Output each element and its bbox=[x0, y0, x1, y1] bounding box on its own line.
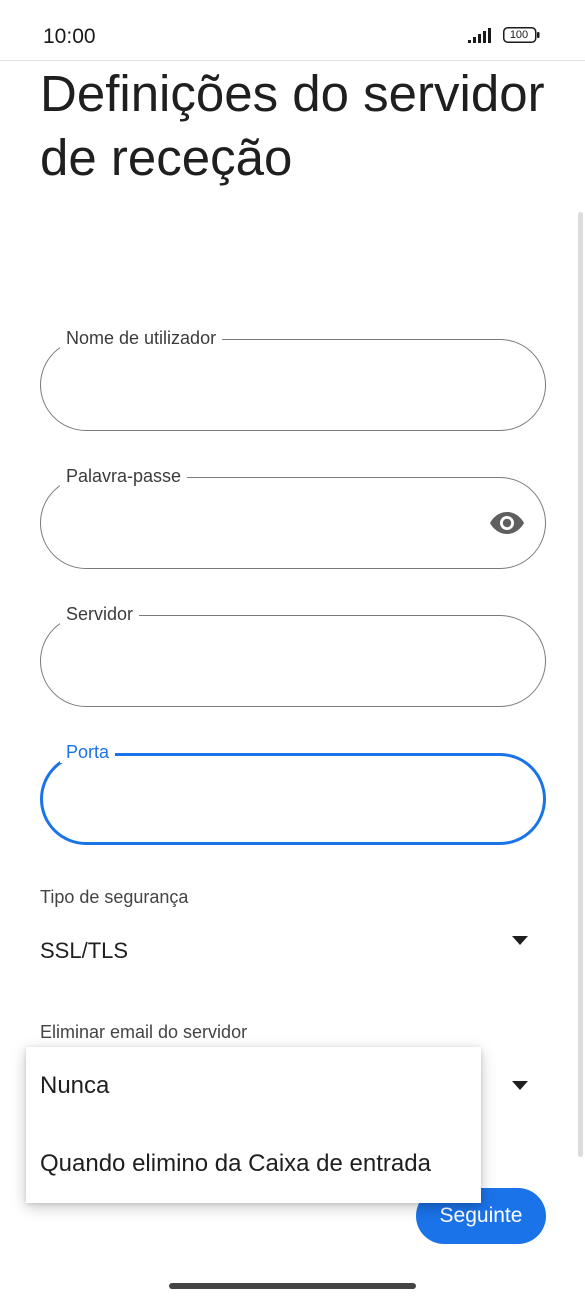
port-label: Porta bbox=[60, 741, 116, 763]
status-time: 10:00 bbox=[43, 25, 96, 48]
signal-icon bbox=[468, 28, 491, 43]
security-type-select[interactable]: SSL/TLS bbox=[40, 930, 546, 974]
server-label: Servidor bbox=[60, 603, 140, 625]
battery-level: 100 bbox=[509, 29, 529, 41]
port-input[interactable] bbox=[69, 784, 473, 820]
delete-email-dropdown-menu: Nunca Quando elimino da Caixa de entrada bbox=[26, 1047, 481, 1203]
status-bar: 10:00 100 bbox=[0, 0, 585, 61]
port-field[interactable]: Porta bbox=[40, 741, 546, 845]
scrollbar[interactable] bbox=[578, 212, 583, 1157]
server-field[interactable]: Servidor bbox=[40, 603, 546, 707]
delete-email-label: Eliminar email do servidor bbox=[40, 1022, 248, 1042]
home-indicator[interactable] bbox=[169, 1283, 416, 1289]
password-field[interactable]: Palavra-passe bbox=[40, 465, 546, 569]
server-input[interactable] bbox=[67, 644, 471, 680]
username-input[interactable] bbox=[67, 368, 471, 404]
page-title: Definições do servidor de receção bbox=[40, 65, 545, 186]
security-type-value: SSL/TLS bbox=[40, 938, 129, 963]
dropdown-option-when-deleted-from-inbox[interactable]: Quando elimino da Caixa de entrada bbox=[40, 1150, 431, 1178]
security-type-label: Tipo de segurança bbox=[40, 887, 189, 907]
dropdown-arrow-icon[interactable] bbox=[512, 1081, 528, 1090]
password-label: Palavra-passe bbox=[60, 465, 188, 487]
username-field[interactable]: Nome de utilizador bbox=[40, 327, 546, 431]
password-input[interactable] bbox=[67, 506, 471, 542]
dropdown-option-never[interactable]: Nunca bbox=[40, 1072, 109, 1100]
dropdown-arrow-icon bbox=[512, 936, 528, 945]
eye-icon[interactable] bbox=[489, 510, 525, 536]
username-label: Nome de utilizador bbox=[60, 327, 223, 349]
